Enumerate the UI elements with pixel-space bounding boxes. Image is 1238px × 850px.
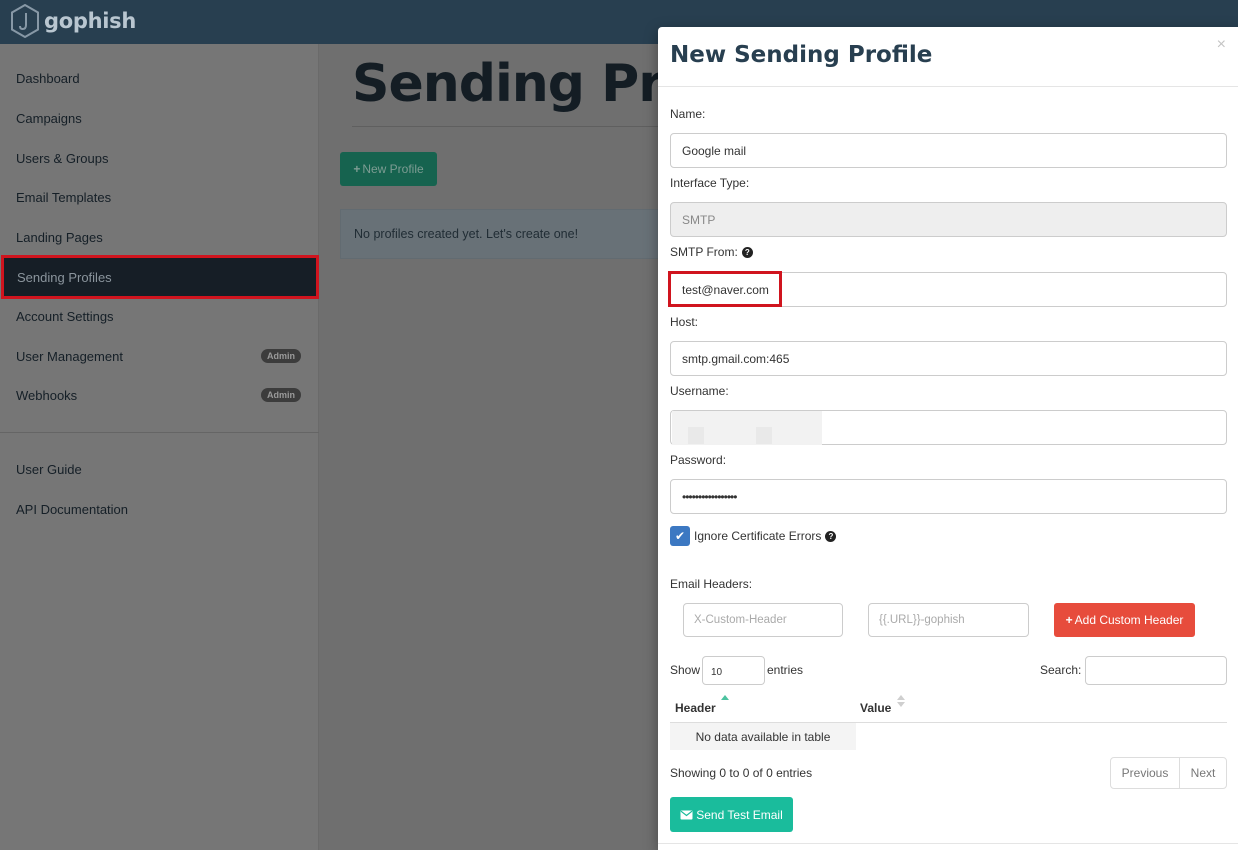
- title-divider: [352, 126, 672, 127]
- sidebar-item-label: User Guide: [16, 461, 82, 477]
- custom-header-input[interactable]: X-Custom-Header: [683, 603, 843, 637]
- next-page-button[interactable]: Next: [1180, 758, 1226, 788]
- sidebar-item-label: Landing Pages: [16, 229, 103, 245]
- sidebar-item-account-settings[interactable]: Account Settings: [0, 296, 319, 336]
- plus-icon: +: [1065, 613, 1073, 627]
- envelope-icon: [680, 810, 693, 819]
- highlight-box: [668, 271, 782, 307]
- gophish-logo-icon: [11, 4, 39, 38]
- email-headers-label: Email Headers:: [670, 577, 753, 591]
- sidebar-item-label: Users & Groups: [16, 150, 109, 166]
- pagination: Previous Next: [1110, 757, 1227, 789]
- redacted-username: [688, 427, 704, 444]
- table-info: Showing 0 to 0 of 0 entries: [670, 766, 813, 780]
- modal-title: New Sending Profile: [670, 42, 933, 68]
- sidebar-item-api-documentation[interactable]: API Documentation: [0, 489, 319, 529]
- sidebar-item-dashboard[interactable]: Dashboard: [0, 58, 319, 98]
- smtp-from-label: SMTP From: ?: [670, 245, 753, 259]
- table-search-input[interactable]: [1085, 656, 1227, 685]
- brand-link[interactable]: gophish: [10, 4, 136, 38]
- sidebar-item-label: API Documentation: [16, 501, 129, 517]
- redacted-username: [756, 427, 772, 444]
- close-icon[interactable]: ×: [1217, 36, 1226, 54]
- sidebar-item-user-guide[interactable]: User Guide: [0, 449, 319, 489]
- sidebar-item-label: Sending Profiles: [17, 269, 112, 285]
- entries-label: entries: [767, 663, 804, 677]
- sidebar: Dashboard Campaigns Users & Groups Email…: [0, 44, 319, 850]
- admin-badge: Admin: [261, 388, 301, 402]
- empty-profiles-message: No profiles created yet. Let's create on…: [354, 227, 579, 241]
- previous-page-button[interactable]: Previous: [1111, 758, 1180, 788]
- password-input[interactable]: •••••••••••••••••: [670, 479, 1227, 514]
- sidebar-divider: [0, 432, 319, 433]
- send-test-email-label: Send Test Email: [696, 807, 783, 822]
- brand-name: gophish: [44, 9, 136, 33]
- empty-table-cell: No data available in table: [670, 723, 856, 750]
- host-label: Host:: [670, 315, 699, 329]
- sort-icon: [897, 695, 905, 700]
- add-custom-header-label: Add Custom Header: [1074, 613, 1184, 627]
- host-input[interactable]: smtp.gmail.com:465: [670, 341, 1227, 376]
- search-label: Search:: [1040, 663, 1082, 677]
- ignore-cert-label-text: Ignore Certificate Errors: [694, 529, 822, 543]
- add-custom-header-button[interactable]: + Add Custom Header: [1054, 603, 1195, 637]
- ignore-cert-checkbox[interactable]: ✔: [670, 526, 690, 546]
- sidebar-item-users-groups[interactable]: Users & Groups: [0, 138, 319, 178]
- sidebar-item-webhooks[interactable]: Webhooks Admin: [0, 375, 319, 415]
- password-label: Password:: [670, 453, 727, 467]
- sidebar-item-landing-pages[interactable]: Landing Pages: [0, 217, 319, 257]
- sidebar-item-label: Campaigns: [16, 110, 82, 126]
- entries-select[interactable]: 10: [702, 656, 765, 685]
- custom-header-value-input[interactable]: {{.URL}}-gophish: [868, 603, 1029, 637]
- send-test-email-button[interactable]: Send Test Email: [670, 797, 793, 832]
- interface-type-label: Interface Type:: [670, 176, 750, 190]
- sidebar-item-user-management[interactable]: User Management Admin: [0, 336, 319, 376]
- name-label: Name:: [670, 107, 706, 121]
- modal-footer-divider: [658, 843, 1238, 844]
- sidebar-item-label: Webhooks: [16, 387, 78, 403]
- name-input[interactable]: Google mail: [670, 133, 1227, 168]
- modal-header: New Sending Profile ×: [658, 27, 1238, 87]
- new-profile-label: New Profile: [362, 162, 424, 176]
- sidebar-item-label: User Management: [16, 348, 123, 364]
- interface-type-input: SMTP: [670, 202, 1227, 237]
- question-circle-icon[interactable]: ?: [741, 246, 753, 258]
- question-circle-icon[interactable]: ?: [825, 530, 837, 542]
- sidebar-item-email-templates[interactable]: Email Templates: [0, 177, 319, 217]
- plus-icon: +: [353, 162, 361, 176]
- username-label: Username:: [670, 384, 729, 398]
- show-label: Show: [670, 663, 701, 677]
- smtp-from-label-text: SMTP From:: [670, 245, 738, 259]
- new-sending-profile-modal: New Sending Profile × Name: Google mail …: [658, 27, 1238, 850]
- column-header-value[interactable]: Value: [860, 701, 891, 715]
- sidebar-item-campaigns[interactable]: Campaigns: [0, 98, 319, 138]
- sidebar-item-label: Email Templates: [16, 189, 112, 205]
- check-icon: ✔: [674, 529, 686, 543]
- sort-asc-icon: [721, 695, 729, 700]
- sidebar-item-label: Account Settings: [16, 308, 114, 324]
- empty-profiles-alert: No profiles created yet. Let's create on…: [340, 209, 680, 259]
- sidebar-item-label: Dashboard: [16, 70, 80, 86]
- new-profile-button[interactable]: + New Profile: [340, 152, 437, 186]
- sort-icon: [897, 702, 905, 707]
- sidebar-item-sending-profiles[interactable]: Sending Profiles: [1, 255, 319, 299]
- column-header-header[interactable]: Header: [675, 701, 716, 715]
- admin-badge: Admin: [261, 349, 301, 363]
- ignore-cert-label: Ignore Certificate Errors ?: [694, 529, 837, 543]
